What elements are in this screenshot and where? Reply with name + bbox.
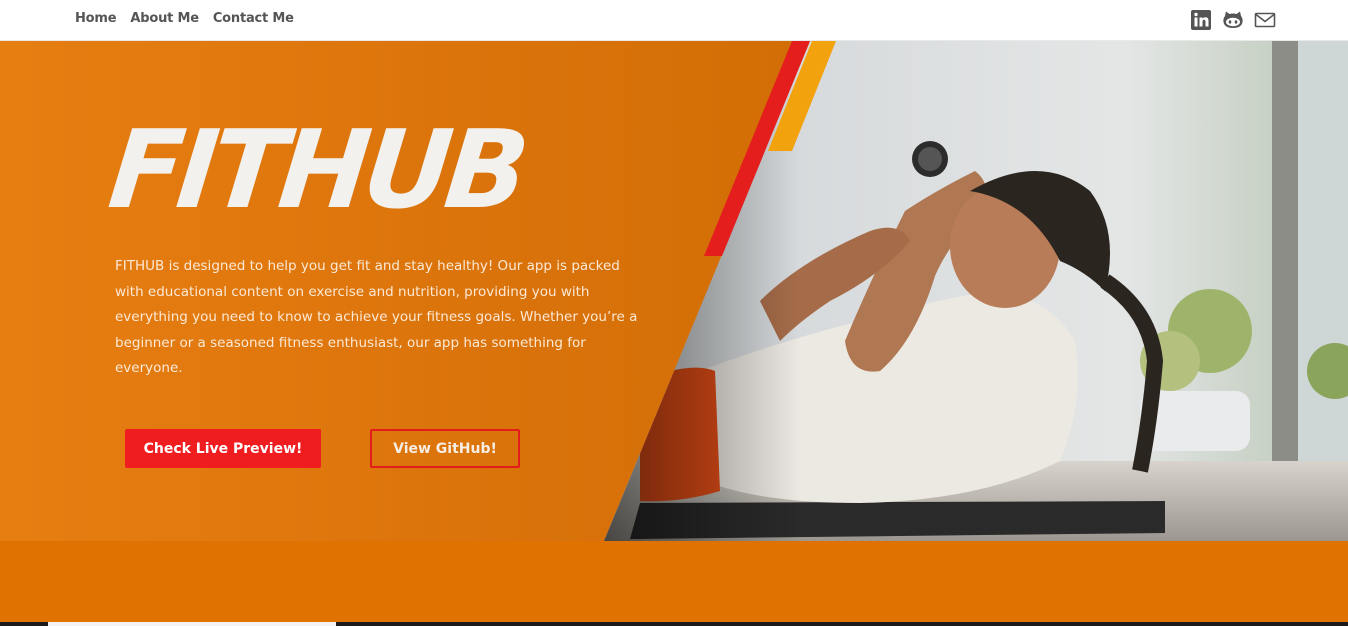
github-icon[interactable]: [1222, 9, 1244, 31]
social-icons: [1190, 9, 1276, 31]
linkedin-icon[interactable]: [1190, 9, 1212, 31]
section-divider-highlight: [48, 622, 336, 626]
top-navbar: Home About Me Contact Me: [0, 0, 1348, 41]
mail-icon[interactable]: [1254, 9, 1276, 31]
hero-title: FITHUB: [103, 108, 529, 233]
hero-description: FITHUB is designed to help you get fit a…: [115, 258, 638, 376]
nav-links: Home About Me Contact Me: [75, 11, 308, 26]
hero-section: FITHUB FITHUB is designed to help you ge…: [0, 41, 1348, 541]
lower-section: [0, 541, 1348, 626]
live-preview-button[interactable]: Check Live Preview!: [125, 429, 321, 468]
nav-home-link[interactable]: Home: [75, 11, 117, 26]
nav-about-link[interactable]: About Me: [130, 11, 199, 26]
nav-contact-link[interactable]: Contact Me: [213, 11, 294, 26]
view-github-button[interactable]: View GitHub!: [370, 429, 520, 468]
